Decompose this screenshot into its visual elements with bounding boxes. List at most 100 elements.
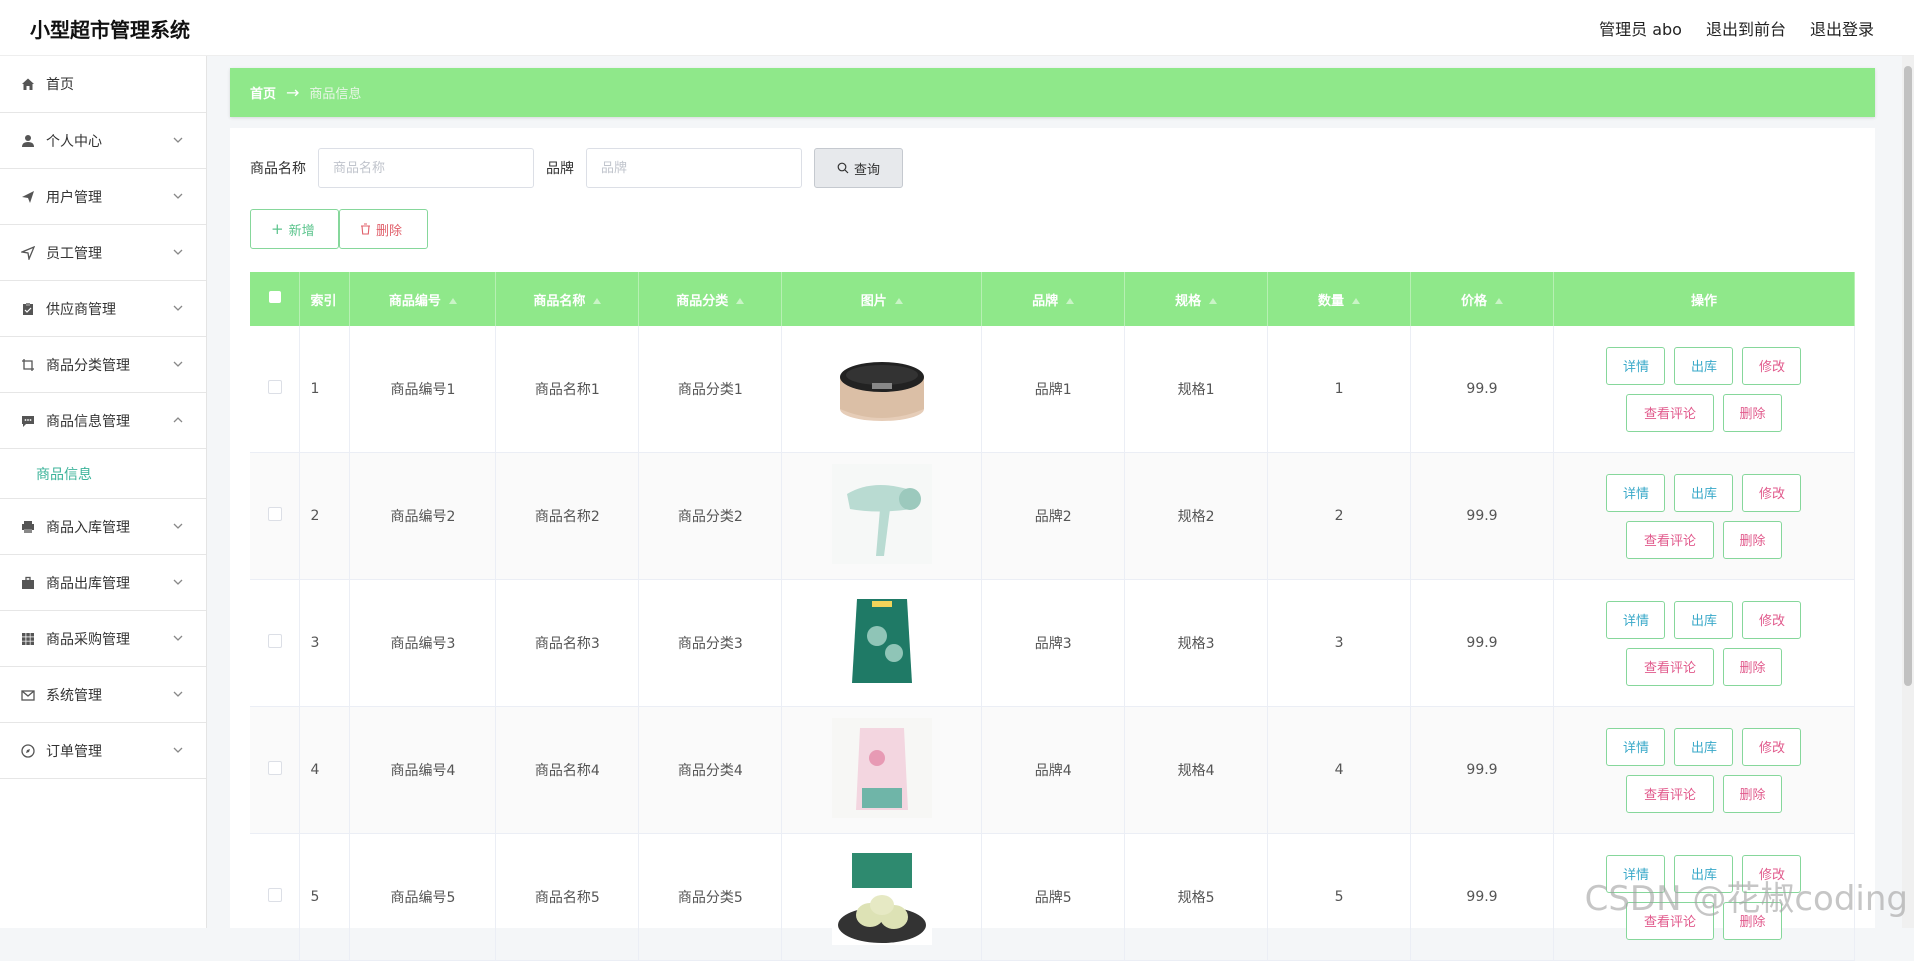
cell-qty: 4 bbox=[1267, 706, 1412, 834]
sidebar-item-stock-out[interactable]: 商品出库管理 bbox=[0, 555, 206, 611]
cell-code: 商品编号3 bbox=[349, 579, 497, 707]
row-checkbox[interactable] bbox=[267, 761, 282, 775]
row-checkbox[interactable] bbox=[267, 507, 282, 521]
col-header-brand[interactable]: 品牌 bbox=[981, 272, 1126, 326]
col-header-spec[interactable]: 规格 bbox=[1124, 272, 1269, 326]
delete-button[interactable]: 删除 bbox=[1722, 774, 1782, 813]
toolbar: + 新增 删除 bbox=[250, 209, 428, 249]
page-scrollbar[interactable] bbox=[1902, 56, 1914, 928]
sort-icon[interactable] bbox=[894, 298, 903, 304]
delete-button[interactable]: 删除 bbox=[1722, 520, 1782, 559]
chevron-down-icon bbox=[173, 249, 183, 255]
sort-icon[interactable] bbox=[736, 298, 745, 304]
table-header-row: 索引 商品编号 商品名称 商品分类 图片 品牌 规格 数量 价格 操作 bbox=[250, 272, 1856, 326]
cell-name: 商品名称4 bbox=[495, 706, 640, 834]
delete-button[interactable]: 删除 bbox=[1722, 647, 1782, 686]
col-header-name[interactable]: 商品名称 bbox=[495, 272, 640, 326]
row-select-cell[interactable] bbox=[250, 326, 301, 453]
cell-index: 2 bbox=[299, 452, 351, 580]
scrollbar-thumb[interactable] bbox=[1904, 66, 1912, 686]
sidebar-item-label: 商品信息管理 bbox=[46, 413, 130, 430]
detail-button[interactable]: 详情 bbox=[1606, 727, 1666, 766]
stock-out-button[interactable]: 出库 bbox=[1674, 600, 1734, 639]
sort-icon[interactable] bbox=[1352, 298, 1361, 304]
sidebar-item-users[interactable]: 用户管理 bbox=[0, 169, 206, 225]
sidebar-item-staff[interactable]: 员工管理 bbox=[0, 225, 206, 281]
sidebar-item-system[interactable]: 系统管理 bbox=[0, 667, 206, 723]
cell-price: 99.9 bbox=[1410, 833, 1554, 961]
sidebar-item-orders[interactable]: 订单管理 bbox=[0, 723, 206, 779]
view-reviews-button[interactable]: 查看评论 bbox=[1625, 774, 1714, 813]
sidebar-item-suppliers[interactable]: 供应商管理 bbox=[0, 281, 206, 337]
sort-icon[interactable] bbox=[1495, 298, 1503, 304]
col-header-qty[interactable]: 数量 bbox=[1267, 272, 1412, 326]
sort-icon[interactable] bbox=[1066, 298, 1075, 304]
col-header-category[interactable]: 商品分类 bbox=[638, 272, 783, 326]
row-select-cell[interactable] bbox=[250, 579, 301, 707]
detail-button[interactable]: 详情 bbox=[1606, 346, 1666, 385]
trash-icon bbox=[361, 223, 370, 235]
mail-icon bbox=[20, 687, 36, 703]
cell-index: 4 bbox=[299, 706, 351, 834]
top-bar: 小型超市管理系统 管理员 abo 退出到前台 退出登录 bbox=[0, 0, 1914, 56]
brand-label: 品牌 bbox=[546, 161, 574, 177]
arrow-right-icon: → bbox=[286, 83, 300, 102]
delete-button[interactable]: 删除 bbox=[1722, 393, 1782, 432]
chevron-down-icon bbox=[173, 579, 183, 585]
cell-qty: 5 bbox=[1267, 833, 1412, 961]
row-checkbox[interactable] bbox=[267, 888, 282, 902]
cell-brand: 品牌4 bbox=[981, 706, 1126, 834]
row-select-cell[interactable] bbox=[250, 706, 301, 834]
sidebar-subitem-goods-info[interactable]: 商品信息 bbox=[0, 449, 206, 499]
sidebar-item-stock-in[interactable]: 商品入库管理 bbox=[0, 499, 206, 555]
batch-delete-button[interactable]: 删除 bbox=[339, 209, 428, 249]
front-link[interactable]: 退出到前台 bbox=[1706, 16, 1786, 40]
table-row: 2 商品编号2 商品名称2 商品分类2 品牌2 规格2 2 99.9 详情 出库… bbox=[250, 452, 1856, 580]
row-select-cell[interactable] bbox=[250, 452, 301, 580]
select-all-checkbox[interactable] bbox=[268, 291, 281, 303]
stock-out-button[interactable]: 出库 bbox=[1674, 346, 1734, 385]
sort-icon[interactable] bbox=[593, 298, 602, 304]
view-reviews-button[interactable]: 查看评论 bbox=[1625, 647, 1714, 686]
goods-name-input[interactable] bbox=[318, 148, 534, 188]
cell-spec: 规格3 bbox=[1124, 579, 1269, 707]
col-header-price[interactable]: 价格 bbox=[1410, 272, 1554, 326]
row-checkbox[interactable] bbox=[267, 380, 282, 394]
cell-image bbox=[781, 326, 983, 453]
chevron-down-icon bbox=[173, 691, 183, 697]
sidebar-item-profile[interactable]: 个人中心 bbox=[0, 113, 206, 169]
row-checkbox[interactable] bbox=[267, 634, 282, 648]
edit-button[interactable]: 修改 bbox=[1742, 473, 1802, 512]
detail-button[interactable]: 详情 bbox=[1606, 600, 1666, 639]
edit-button[interactable]: 修改 bbox=[1742, 727, 1802, 766]
sidebar-item-goods-info[interactable]: 商品信息管理 bbox=[0, 393, 206, 449]
sidebar-item-home[interactable]: 首页 bbox=[0, 56, 206, 113]
view-reviews-button[interactable]: 查看评论 bbox=[1625, 393, 1714, 432]
sidebar-item-categories[interactable]: 商品分类管理 bbox=[0, 337, 206, 393]
cell-category: 商品分类1 bbox=[638, 326, 783, 453]
brand-input[interactable] bbox=[586, 148, 802, 188]
sidebar-item-label: 用户管理 bbox=[46, 189, 102, 206]
sidebar-item-purchase[interactable]: 商品采购管理 bbox=[0, 611, 206, 667]
sort-icon[interactable] bbox=[448, 298, 457, 304]
breadcrumb-home[interactable]: 首页 bbox=[250, 83, 276, 102]
stock-out-button[interactable]: 出库 bbox=[1674, 473, 1734, 512]
table-row: 3 商品编号3 商品名称3 商品分类3 品牌3 规格3 3 99.9 详情 出库… bbox=[250, 579, 1856, 707]
query-button[interactable]: 查询 bbox=[814, 148, 903, 188]
chevron-down-icon bbox=[173, 305, 183, 311]
edit-button[interactable]: 修改 bbox=[1742, 600, 1802, 639]
view-reviews-button[interactable]: 查看评论 bbox=[1625, 520, 1714, 559]
search-icon bbox=[837, 162, 849, 174]
logout-link[interactable]: 退出登录 bbox=[1810, 16, 1874, 40]
main-panel: 商品名称 品牌 查询 + 新增 删除 索引 商品编号 商 bbox=[230, 128, 1875, 961]
sort-icon[interactable] bbox=[1209, 298, 1218, 304]
row-select-cell[interactable] bbox=[250, 833, 301, 961]
add-button[interactable]: + 新增 bbox=[250, 209, 339, 249]
briefcase-icon bbox=[20, 575, 36, 591]
col-header-image[interactable]: 图片 bbox=[781, 272, 983, 326]
detail-button[interactable]: 详情 bbox=[1606, 473, 1666, 512]
stock-out-button[interactable]: 出库 bbox=[1674, 727, 1734, 766]
col-header-code[interactable]: 商品编号 bbox=[349, 272, 497, 326]
select-all-cell[interactable] bbox=[250, 272, 301, 326]
edit-button[interactable]: 修改 bbox=[1742, 346, 1802, 385]
